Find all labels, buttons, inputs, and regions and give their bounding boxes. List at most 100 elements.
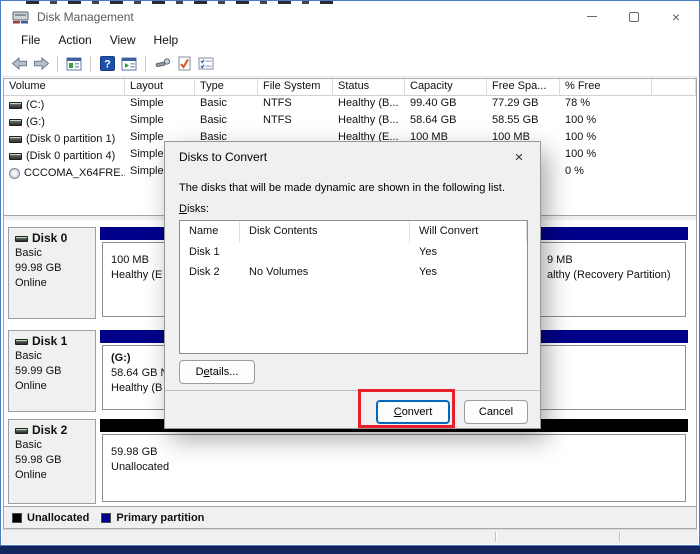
check-document-button[interactable] <box>173 54 195 74</box>
legend-bar: Unallocated Primary partition <box>4 506 696 528</box>
drive-icon <box>9 102 22 109</box>
menu-action[interactable]: Action <box>49 31 100 49</box>
volume-row-c[interactable]: (C:) Simple Basic NTFS Healthy (B... 99.… <box>4 96 696 113</box>
disk-list-icon <box>66 57 82 71</box>
volume-type: Basic <box>195 96 258 113</box>
disk-management-window: Disk Management × File Action View Help <box>0 0 700 546</box>
show-console-button[interactable] <box>118 54 140 74</box>
legend-primary-partition: Primary partition <box>101 512 204 524</box>
console-play-icon <box>121 57 137 71</box>
forward-arrow-icon <box>33 57 50 70</box>
wand-button[interactable] <box>151 54 173 74</box>
disk0-panel[interactable]: Disk 0 Basic 99.98 GB Online <box>8 227 96 319</box>
dialog-title: Disks to Convert <box>179 150 267 164</box>
details-button[interactable]: Details... <box>179 360 255 384</box>
dialog-close-button[interactable]: × <box>508 146 530 168</box>
col-layout[interactable]: Layout <box>125 79 195 96</box>
close-button[interactable]: × <box>662 6 690 28</box>
disk-contents <box>240 243 410 263</box>
disk-name: Disk 1 <box>32 334 67 349</box>
volume-table-header: Volume Layout Type File System Status Ca… <box>4 79 696 96</box>
disks-list-header: Name Disk Contents Will Convert <box>180 221 527 243</box>
desktop-taskbar-strip <box>0 546 700 554</box>
check-document-icon <box>178 56 191 71</box>
volume-layout: Simple <box>125 113 195 130</box>
disks-to-convert-dialog: Disks to Convert × The disks that will b… <box>164 141 541 429</box>
back-button[interactable] <box>8 54 30 74</box>
disk1-panel[interactable]: Disk 1 Basic 59.99 GB Online <box>8 330 96 412</box>
disk-icon <box>15 339 28 345</box>
menu-view[interactable]: View <box>101 31 145 49</box>
statusbar-divider <box>619 532 620 542</box>
volume-name: (Disk 0 partition 1) <box>26 133 115 145</box>
volume-capacity: 99.40 GB <box>405 96 487 113</box>
legend-unallocated: Unallocated <box>12 512 89 524</box>
volume-pct: 100 % <box>560 130 652 147</box>
window-controls: × <box>578 4 690 29</box>
col-volume[interactable]: Volume <box>4 79 125 96</box>
toolbar-separator <box>145 56 146 72</box>
partition-status: althy (Recovery Partition) <box>547 268 685 283</box>
disk-list-button[interactable] <box>63 54 85 74</box>
volume-capacity: 58.64 GB <box>405 113 487 130</box>
volume-free: 77.29 GB <box>487 96 560 113</box>
col-pct-free[interactable]: % Free <box>560 79 652 96</box>
partition-status: Unallocated <box>111 460 685 475</box>
minimize-icon <box>587 16 597 17</box>
forward-button[interactable] <box>30 54 52 74</box>
dialog-separator <box>165 390 540 391</box>
drive-icon <box>9 119 22 126</box>
volume-fs: NTFS <box>258 96 333 113</box>
disk2-strip: 59.98 GB Unallocated <box>100 419 688 504</box>
disk-type: Basic <box>15 349 95 364</box>
drive-icon <box>9 153 22 160</box>
maximize-button[interactable] <box>620 6 648 28</box>
col-will-convert[interactable]: Will Convert <box>410 221 527 243</box>
disk-size: 59.99 GB <box>15 364 95 379</box>
checklist-button[interactable] <box>195 54 217 74</box>
help-button[interactable]: ? <box>96 54 118 74</box>
volume-name: (C:) <box>26 99 44 111</box>
back-arrow-icon <box>11 57 28 70</box>
checklist-icon <box>198 57 214 70</box>
col-file-system[interactable]: File System <box>258 79 333 96</box>
col-disk-contents[interactable]: Disk Contents <box>240 221 410 243</box>
menu-help[interactable]: Help <box>145 31 188 49</box>
volume-row-g[interactable]: (G:) Simple Basic NTFS Healthy (B... 58.… <box>4 113 696 130</box>
cd-icon <box>9 168 20 179</box>
disk-icon <box>15 236 28 242</box>
partition-size: 59.98 GB <box>111 445 685 460</box>
col-capacity[interactable]: Capacity <box>405 79 487 96</box>
volume-pct: 100 % <box>560 147 652 164</box>
col-type[interactable]: Type <box>195 79 258 96</box>
menu-file[interactable]: File <box>12 31 49 49</box>
col-status[interactable]: Status <box>333 79 405 96</box>
window-title: Disk Management <box>37 10 134 24</box>
will-convert: Yes <box>410 243 527 263</box>
disk-icon <box>15 428 28 434</box>
col-free-space[interactable]: Free Spa... <box>487 79 560 96</box>
disk2-unallocated-space[interactable]: 59.98 GB Unallocated <box>102 434 686 502</box>
volume-name: (Disk 0 partition 4) <box>26 150 115 162</box>
dialog-title-bar: Disks to Convert × <box>165 142 540 172</box>
help-icon: ? <box>100 56 115 71</box>
dialog-description: The disks that will be made dynamic are … <box>179 182 505 194</box>
disk-name: Disk 1 <box>180 243 240 263</box>
col-name[interactable]: Name <box>180 221 240 243</box>
cancel-button[interactable]: Cancel <box>464 400 528 424</box>
menu-bar: File Action View Help <box>2 29 698 51</box>
disk0-partition-recovery[interactable]: 9 MB althy (Recovery Partition) <box>530 242 686 317</box>
disks-list-row-disk1[interactable]: Disk 1 Yes <box>180 243 527 263</box>
disk-size: 59.98 GB <box>15 453 95 468</box>
volume-pct: 78 % <box>560 96 652 113</box>
toolbar-separator <box>90 56 91 72</box>
minimize-button[interactable] <box>578 6 606 28</box>
unallocated-swatch <box>12 513 22 523</box>
disks-list-row-disk2[interactable]: Disk 2 No Volumes Yes <box>180 263 527 283</box>
disk-type: Basic <box>15 246 95 261</box>
volume-status: Healthy (B... <box>333 96 405 113</box>
volume-pct: 100 % <box>560 113 652 130</box>
svg-text:?: ? <box>104 59 111 71</box>
volume-type: Basic <box>195 113 258 130</box>
disk2-panel[interactable]: Disk 2 Basic 59.98 GB Online <box>8 419 96 504</box>
